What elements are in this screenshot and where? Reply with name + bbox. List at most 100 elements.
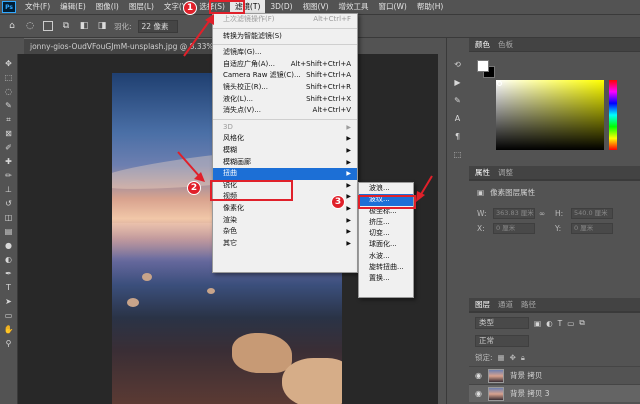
menu-plugins[interactable]: 增效工具 xyxy=(334,0,374,14)
tab-layers[interactable]: 图层 xyxy=(475,299,490,310)
menu-item-camera-raw[interactable]: Camera Raw 滤镜(C)... Shift+Ctrl+A xyxy=(213,70,357,82)
blend-mode-select[interactable]: 正常 xyxy=(475,335,529,347)
move-tool-icon[interactable]: ✥ xyxy=(3,58,15,69)
intersect-selection-icon[interactable]: ◨ xyxy=(96,20,108,32)
color-panel xyxy=(469,52,640,166)
submenu-item-wave[interactable]: 波浪... xyxy=(359,183,413,194)
menu-file[interactable]: 文件(F) xyxy=(20,0,55,14)
character-icon[interactable]: A xyxy=(452,112,464,124)
height-field[interactable]: 540.0 厘米 xyxy=(571,208,613,219)
menu-image[interactable]: 图像(I) xyxy=(91,0,124,14)
layer-row[interactable]: ◉ 背景 拷贝 3 xyxy=(469,384,640,402)
shape-tool-icon[interactable]: ▭ xyxy=(3,310,15,321)
submenu-arrow-icon: ▶ xyxy=(346,181,351,189)
filter-type-icon[interactable]: T xyxy=(558,319,563,328)
link-icon[interactable]: ∞ xyxy=(539,209,551,218)
y-field[interactable]: 0 厘米 xyxy=(571,223,613,234)
filter-shape-icon[interactable]: ▭ xyxy=(567,319,574,328)
tab-paths[interactable]: 路径 xyxy=(521,299,536,310)
submenu-item-shear[interactable]: 切变... xyxy=(359,228,413,239)
menu-edit[interactable]: 编辑(E) xyxy=(55,0,91,14)
add-selection-icon[interactable]: ⧉ xyxy=(60,20,72,32)
eye-icon[interactable]: ◉ xyxy=(475,371,482,380)
pen-tool-icon[interactable]: ✒ xyxy=(3,268,15,279)
menu-item-distort[interactable]: 扭曲 ▶ xyxy=(213,168,357,180)
hue-slider[interactable] xyxy=(609,80,617,150)
lock-position-icon[interactable]: ✥ xyxy=(510,353,516,362)
path-select-icon[interactable]: ➤ xyxy=(3,296,15,307)
layer-thumbnail xyxy=(487,368,504,383)
clone-stamp-icon[interactable]: ⊥ xyxy=(3,184,15,195)
width-field[interactable]: 363.83 厘米 xyxy=(493,208,535,219)
gradient-tool-icon[interactable]: ▤ xyxy=(3,226,15,237)
menu-item-blur-gallery[interactable]: 模糊画廊 ▶ xyxy=(213,157,357,169)
tab-color[interactable]: 颜色 xyxy=(475,39,490,50)
feather-label: 羽化: xyxy=(114,21,132,31)
submenu-item-twirl[interactable]: 旋转扭曲... xyxy=(359,262,413,273)
eraser-icon[interactable]: ◫ xyxy=(3,212,15,223)
menu-view[interactable]: 视图(V) xyxy=(298,0,334,14)
new-selection-icon[interactable] xyxy=(42,20,54,32)
eye-icon[interactable]: ◉ xyxy=(475,389,482,398)
healing-brush-icon[interactable]: ✚ xyxy=(3,156,15,167)
x-field[interactable]: 0 厘米 xyxy=(493,223,535,234)
lasso-tool-icon[interactable]: ◌ xyxy=(3,86,15,97)
menu-layer[interactable]: 图层(L) xyxy=(124,0,159,14)
submenu-item-displace[interactable]: 置换... xyxy=(359,273,413,284)
eyedropper-icon[interactable]: ✐ xyxy=(3,142,15,153)
paragraph-icon[interactable]: ¶ xyxy=(452,130,464,142)
layer-row[interactable]: ◉ 背景 拷贝 xyxy=(469,366,640,384)
lock-label: 锁定: xyxy=(475,353,493,362)
history-icon[interactable]: ⟲ xyxy=(452,58,464,70)
submenu-item-zigzag[interactable]: 水波... xyxy=(359,251,413,262)
layer-kind-select[interactable]: 类型 xyxy=(475,317,529,329)
lasso-tool-icon[interactable]: ◌ xyxy=(24,20,36,32)
menu-item-filter-gallery[interactable]: 滤镜库(G)... xyxy=(213,47,357,59)
menu-item-liquify[interactable]: 液化(L)... Shift+Ctrl+X xyxy=(213,94,357,106)
y-label: Y: xyxy=(555,224,562,233)
hand-tool-icon[interactable]: ✋ xyxy=(3,324,15,335)
submenu-arrow-icon: ▶ xyxy=(346,239,351,247)
subtract-selection-icon[interactable]: ◧ xyxy=(78,20,90,32)
brush-tool-icon[interactable]: ✏ xyxy=(3,170,15,181)
filter-smart-icon[interactable]: ⧉ xyxy=(579,318,584,328)
home-icon[interactable]: ⌂ xyxy=(6,20,18,32)
glyphs-icon[interactable]: ⬚ xyxy=(452,148,464,160)
quick-select-icon[interactable]: ✎ xyxy=(3,100,15,111)
play-icon[interactable]: ▶ xyxy=(452,76,464,88)
layer-name: 背景 拷贝 xyxy=(509,371,543,380)
menu-item-convert-smart-filter[interactable]: 转换为智能滤镜(S) xyxy=(213,31,357,43)
brush-settings-icon[interactable]: ✎ xyxy=(452,94,464,106)
tab-properties[interactable]: 属性 xyxy=(475,167,490,178)
marquee-tool-icon[interactable]: ⬚ xyxy=(3,72,15,83)
type-tool-icon[interactable]: T xyxy=(3,282,15,293)
tab-adjustments[interactable]: 调整 xyxy=(498,167,513,178)
menu-help[interactable]: 帮助(H) xyxy=(412,0,449,14)
tab-swatches[interactable]: 色板 xyxy=(498,39,513,50)
filter-adjust-icon[interactable]: ◐ xyxy=(546,319,553,328)
color-picker-field[interactable] xyxy=(496,80,604,150)
lock-all-icon[interactable]: 🔒︎ xyxy=(521,353,525,363)
step-badge-3: 3 xyxy=(331,195,345,209)
menu-item-stylize[interactable]: 风格化 ▶ xyxy=(213,133,357,145)
menu-item-vanishing-point[interactable]: 消失点(V)... Alt+Ctrl+V xyxy=(213,105,357,117)
menu-item-render[interactable]: 渲染 ▶ xyxy=(213,215,357,227)
tab-channels[interactable]: 通道 xyxy=(498,299,513,310)
submenu-item-pinch[interactable]: 挤压... xyxy=(359,217,413,228)
lock-pixels-icon[interactable]: ▦ xyxy=(498,353,505,362)
crop-tool-icon[interactable]: ⌗ xyxy=(3,114,15,125)
blur-tool-icon[interactable]: ● xyxy=(3,240,15,251)
menu-window[interactable]: 窗口(W) xyxy=(374,0,412,14)
menu-item-blur[interactable]: 模糊 ▶ xyxy=(213,145,357,157)
menu-item-adaptive-wide-angle[interactable]: 自适应广角(A)... Alt+Shift+Ctrl+A xyxy=(213,59,357,71)
menu-item-noise[interactable]: 杂色 ▶ xyxy=(213,226,357,238)
frame-tool-icon[interactable]: ⊠ xyxy=(3,128,15,139)
menu-3d[interactable]: 3D(D) xyxy=(265,0,297,14)
dodge-tool-icon[interactable]: ◐ xyxy=(3,254,15,265)
submenu-item-spherize[interactable]: 球面化... xyxy=(359,239,413,250)
menu-item-other[interactable]: 其它 ▶ xyxy=(213,238,357,250)
zoom-tool-icon[interactable]: ⚲ xyxy=(3,338,15,349)
filter-image-icon[interactable]: ▣ xyxy=(534,319,541,328)
history-brush-icon[interactable]: ↺ xyxy=(3,198,15,209)
menu-item-lens-correction[interactable]: 镜头校正(R)... Shift+Ctrl+R xyxy=(213,82,357,94)
